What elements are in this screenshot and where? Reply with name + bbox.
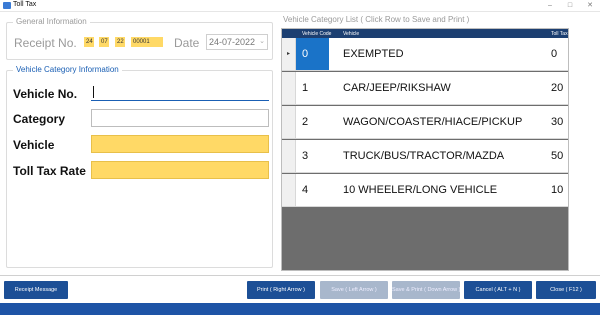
- toll-tax-rate-label: Toll Tax Rate: [13, 164, 86, 178]
- row-header: [282, 174, 296, 206]
- vehicle-code-cell[interactable]: 0: [296, 38, 329, 70]
- vehicle-category-grid: Vehicle Code Vehicle Toll Tax ▸ 0 EXEMPT…: [281, 28, 569, 271]
- vehicle-code-cell[interactable]: 2: [296, 106, 329, 138]
- row-header: [282, 140, 296, 172]
- row-header: [282, 106, 296, 138]
- app-icon: [3, 2, 11, 9]
- table-row[interactable]: 1 CAR/JEEP/RIKSHAW 20: [282, 72, 568, 105]
- vehicle-code-cell[interactable]: 1: [296, 72, 329, 104]
- close-button[interactable]: Close ( F12 ): [536, 281, 596, 299]
- row-header: [282, 72, 296, 104]
- column-header-code[interactable]: Vehicle Code: [302, 31, 331, 37]
- vehicle-cell[interactable]: TRUCK/BUS/TRACTOR/MAZDA: [343, 140, 504, 172]
- category-input[interactable]: [91, 109, 269, 127]
- close-window-button[interactable]: ✕: [580, 0, 600, 12]
- maximize-button[interactable]: □: [560, 0, 580, 12]
- vehicle-code-cell[interactable]: 4: [296, 174, 329, 206]
- receipt-part-month[interactable]: 07: [99, 37, 109, 47]
- toll-tax-cell[interactable]: 10: [551, 174, 563, 206]
- vehicle-code-cell[interactable]: 3: [296, 140, 329, 172]
- toll-tax-cell[interactable]: 0: [551, 38, 557, 70]
- chevron-down-icon: ⌄: [259, 38, 265, 45]
- date-value: 24-07-2022: [209, 37, 256, 47]
- toll-tax-cell[interactable]: 30: [551, 106, 563, 138]
- grid-header: Vehicle Code Vehicle Toll Tax: [282, 29, 568, 38]
- table-row[interactable]: ▸ 0 EXEMPTED 0: [282, 38, 568, 71]
- receipt-label: Receipt No.: [14, 36, 77, 50]
- receipt-part-day[interactable]: 22: [115, 37, 125, 47]
- toll-tax-cell[interactable]: 20: [551, 72, 563, 104]
- receipt-part-serial[interactable]: 00001: [131, 37, 163, 47]
- vehicle-category-list-legend: Vehicle Category List ( Click Row to Sav…: [283, 15, 470, 24]
- vehicle-no-input[interactable]: [91, 84, 269, 101]
- minimize-button[interactable]: –: [540, 0, 560, 12]
- table-row[interactable]: 2 WAGON/COASTER/HIACE/PICKUP 30: [282, 106, 568, 139]
- print-button[interactable]: Print ( Right Arrow ): [247, 281, 315, 299]
- save-button[interactable]: Save ( Left Arrow ): [320, 281, 388, 299]
- row-selector-icon: ▸: [282, 38, 296, 70]
- category-label: Category: [13, 112, 66, 126]
- date-label: Date: [174, 36, 200, 50]
- vehicle-label: Vehicle: [13, 138, 55, 152]
- table-row[interactable]: 3 TRUCK/BUS/TRACTOR/MAZDA 50: [282, 140, 568, 173]
- status-bar: [0, 303, 600, 315]
- save-and-print-button[interactable]: Save & Print ( Down Arrow ): [392, 281, 460, 299]
- date-picker[interactable]: 24-07-2022 ⌄: [206, 34, 268, 50]
- title-bar: Toll Tax – □ ✕: [0, 0, 600, 12]
- column-header-vehicle[interactable]: Vehicle: [343, 31, 359, 37]
- toll-tax-rate-field: [91, 161, 269, 179]
- vehicle-no-label: Vehicle No.: [13, 87, 78, 101]
- vehicle-cell[interactable]: EXEMPTED: [343, 38, 404, 70]
- vehicle-cell[interactable]: WAGON/COASTER/HIACE/PICKUP: [343, 106, 522, 138]
- receipt-part-year[interactable]: 24: [84, 37, 94, 47]
- column-header-toll[interactable]: Toll Tax: [551, 31, 568, 37]
- window-title: Toll Tax: [13, 1, 37, 8]
- toll-tax-cell[interactable]: 50: [551, 140, 563, 172]
- footer-divider: [0, 275, 600, 276]
- vehicle-category-information-legend: Vehicle Category Information: [13, 65, 122, 75]
- vehicle-cell[interactable]: CAR/JEEP/RIKSHAW: [343, 72, 451, 104]
- general-information-legend: General Information: [13, 17, 90, 27]
- cancel-button[interactable]: Cancel ( ALT + N ): [464, 281, 532, 299]
- vehicle-cell[interactable]: 10 WHEELER/LONG VEHICLE: [343, 174, 497, 206]
- receipt-message-button[interactable]: Receipt Message: [4, 281, 68, 299]
- vehicle-field: [91, 135, 269, 153]
- table-row[interactable]: 4 10 WHEELER/LONG VEHICLE 10: [282, 174, 568, 207]
- text-cursor: [93, 86, 94, 98]
